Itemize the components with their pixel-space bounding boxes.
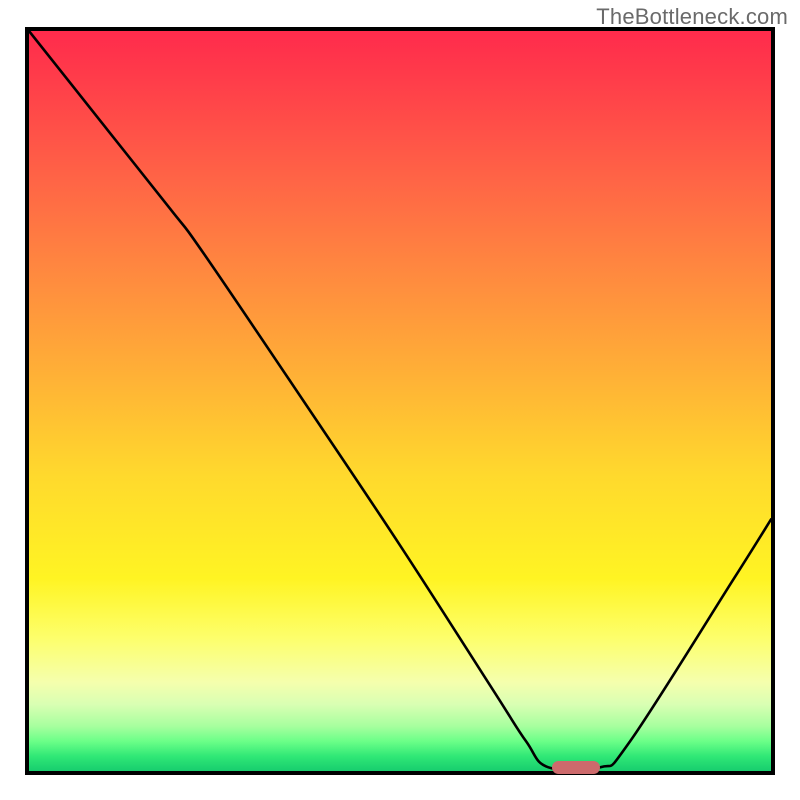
plot-frame: [25, 27, 775, 775]
curve-line: [29, 31, 771, 771]
optimal-marker: [552, 761, 600, 774]
chart-container: TheBottleneck.com: [0, 0, 800, 800]
